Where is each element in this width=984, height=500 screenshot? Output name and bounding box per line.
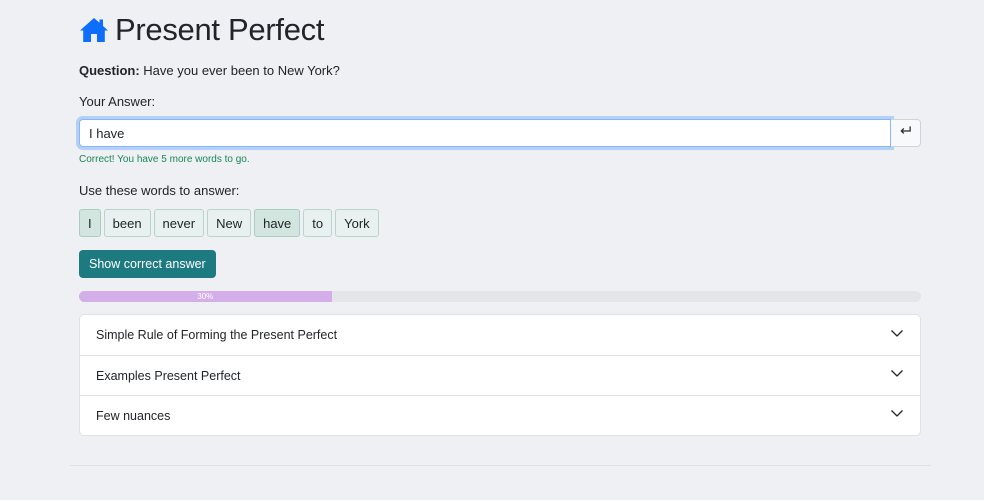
words-label: Use these words to answer: [79,183,240,198]
show-correct-answer-button[interactable]: Show correct answer [79,250,216,278]
footer-divider [70,465,931,466]
word-chip[interactable]: I [79,209,101,237]
home-icon [79,15,109,45]
accordion-item-label: Few nuances [96,408,171,423]
answer-input-group [79,119,921,147]
word-list: I been never New have to York [79,209,921,237]
accordion-item-examples[interactable]: Examples Present Perfect [80,355,920,395]
word-chip[interactable]: been [103,209,151,237]
progress-bar: 30% [79,291,332,302]
chevron-down-icon [890,326,904,345]
question-text: Have you ever been to New York? [143,63,340,78]
progress-track: 30% [79,291,921,302]
answer-feedback: Correct! You have 5 more words to go. [79,154,250,165]
enter-icon [899,124,912,142]
accordion-item-label: Simple Rule of Forming the Present Perfe… [96,328,338,342]
question-label: Question: [79,63,140,78]
submit-answer-button[interactable] [891,119,921,147]
page-title: Present Perfect [115,12,325,47]
question-line: Question: Have you ever been to New York… [79,62,921,80]
accordion-item-nuances[interactable]: Few nuances [80,395,920,435]
chevron-down-icon [890,406,904,425]
word-chip[interactable]: to [303,209,333,237]
accordion: Simple Rule of Forming the Present Perfe… [79,314,921,436]
accordion-item-simple-rule[interactable]: Simple Rule of Forming the Present Perfe… [80,315,920,355]
answer-label: Your Answer: [79,94,156,109]
title-row: Present Perfect [79,1,921,59]
word-chip[interactable]: York [335,209,379,237]
word-chip[interactable]: have [254,209,301,237]
word-chip[interactable]: New [207,209,252,237]
main-container: Present Perfect Question: Have you ever … [79,0,921,436]
answer-input[interactable] [79,119,891,147]
chevron-down-icon [890,366,904,385]
word-chip[interactable]: never [153,209,205,237]
accordion-item-label: Examples Present Perfect [96,368,241,383]
